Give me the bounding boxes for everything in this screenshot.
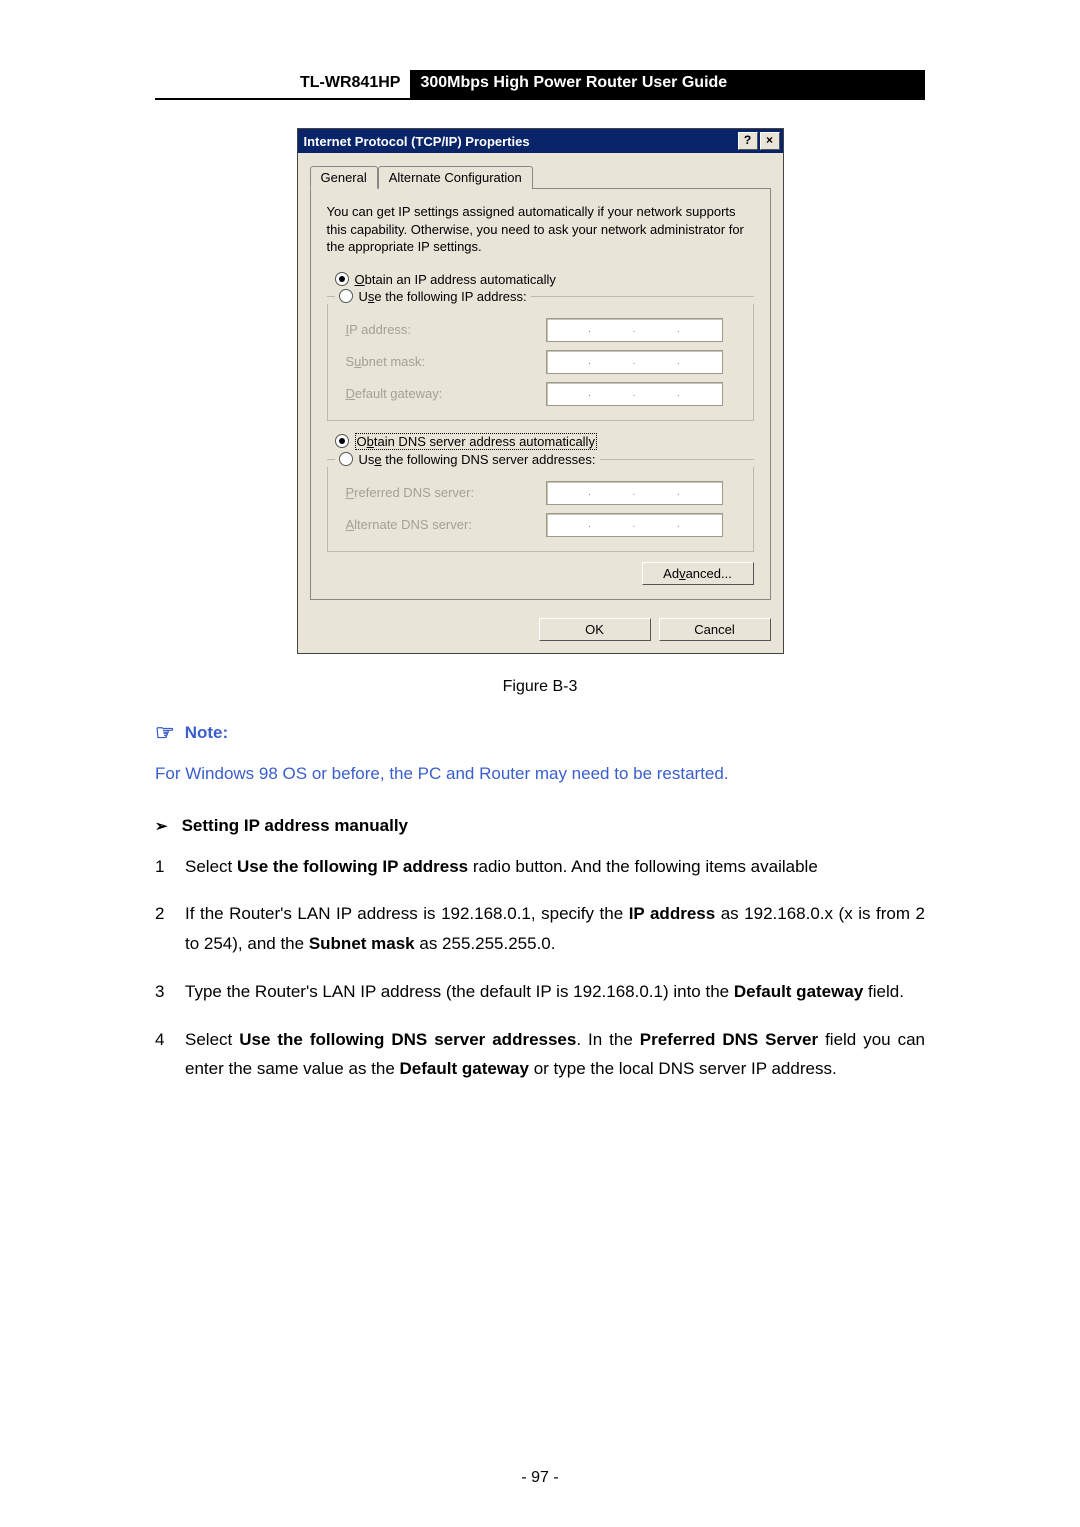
- preferred-dns-input[interactable]: ...: [546, 481, 723, 505]
- step-2: If the Router's LAN IP address is 192.16…: [155, 899, 925, 959]
- dialog-figure: Internet Protocol (TCP/IP) Properties ? …: [155, 128, 925, 654]
- pointing-hand-icon: ☞: [155, 722, 175, 744]
- ok-button[interactable]: OK: [539, 618, 651, 641]
- subnet-mask-input[interactable]: ...: [546, 350, 723, 374]
- tab-alternate-configuration[interactable]: Alternate Configuration: [378, 166, 533, 189]
- page: TL-WR841HP 300Mbps High Power Router Use…: [0, 0, 1080, 1527]
- section-heading: ➢ Setting IP address manually: [155, 816, 925, 836]
- ip-address-input[interactable]: ...: [546, 318, 723, 342]
- radio-use-following-dns[interactable]: Use the following DNS server addresses:: [327, 452, 754, 467]
- radio-icon: [335, 272, 349, 286]
- radio-icon: [335, 434, 349, 448]
- step-3: Type the Router's LAN IP address (the de…: [155, 977, 925, 1007]
- alternate-dns-input[interactable]: ...: [546, 513, 723, 537]
- tab-general[interactable]: General: [310, 166, 378, 189]
- page-number: - 97 -: [0, 1469, 1080, 1487]
- dialog-description: You can get IP settings assigned automat…: [327, 203, 754, 256]
- cancel-button[interactable]: Cancel: [659, 618, 771, 641]
- field-default-gateway: Default gateway: ...: [338, 378, 743, 410]
- tab-strip: General Alternate Configuration: [310, 166, 771, 189]
- doc-title: 300Mbps High Power Router User Guide: [410, 70, 925, 98]
- radio-icon: [339, 452, 353, 466]
- radio-obtain-ip-auto[interactable]: Obtain an IP address automatically: [327, 270, 754, 289]
- dialog-title: Internet Protocol (TCP/IP) Properties: [304, 134, 530, 149]
- model-label: TL-WR841HP: [290, 70, 410, 98]
- field-preferred-dns: Preferred DNS server: ...: [338, 477, 743, 509]
- radio-use-following-ip[interactable]: Use the following IP address:: [327, 289, 754, 304]
- close-button[interactable]: ×: [760, 132, 780, 150]
- advanced-button[interactable]: Advanced...: [642, 562, 754, 585]
- note-heading: ☞ Note:: [155, 722, 925, 744]
- ip-fields-group: IP address: ... Subnet mask: ... Default…: [327, 304, 754, 421]
- dns-fields-group: Preferred DNS server: ... Alternate DNS …: [327, 467, 754, 552]
- tcpip-properties-dialog: Internet Protocol (TCP/IP) Properties ? …: [297, 128, 784, 654]
- note-text: For Windows 98 OS or before, the PC and …: [155, 764, 925, 784]
- chevron-right-icon: ➢: [155, 817, 168, 835]
- step-list: Select Use the following IP address radi…: [155, 852, 925, 1085]
- tab-panel-general: You can get IP settings assigned automat…: [310, 188, 771, 600]
- radio-icon: [339, 289, 353, 303]
- section-title: Setting IP address manually: [182, 816, 408, 836]
- field-alternate-dns: Alternate DNS server: ...: [338, 509, 743, 541]
- dialog-titlebar: Internet Protocol (TCP/IP) Properties ? …: [298, 129, 783, 153]
- header-rule: [155, 98, 925, 100]
- step-4: Select Use the following DNS server addr…: [155, 1025, 925, 1085]
- step-1: Select Use the following IP address radi…: [155, 852, 925, 882]
- radio-obtain-dns-auto[interactable]: Obtain DNS server address automatically: [327, 431, 754, 452]
- document-header: TL-WR841HP 300Mbps High Power Router Use…: [290, 70, 925, 98]
- note-label: Note:: [185, 723, 228, 743]
- field-subnet-mask: Subnet mask: ...: [338, 346, 743, 378]
- figure-caption: Figure B-3: [155, 678, 925, 696]
- default-gateway-input[interactable]: ...: [546, 382, 723, 406]
- field-ip-address: IP address: ...: [338, 314, 743, 346]
- help-button[interactable]: ?: [738, 132, 758, 150]
